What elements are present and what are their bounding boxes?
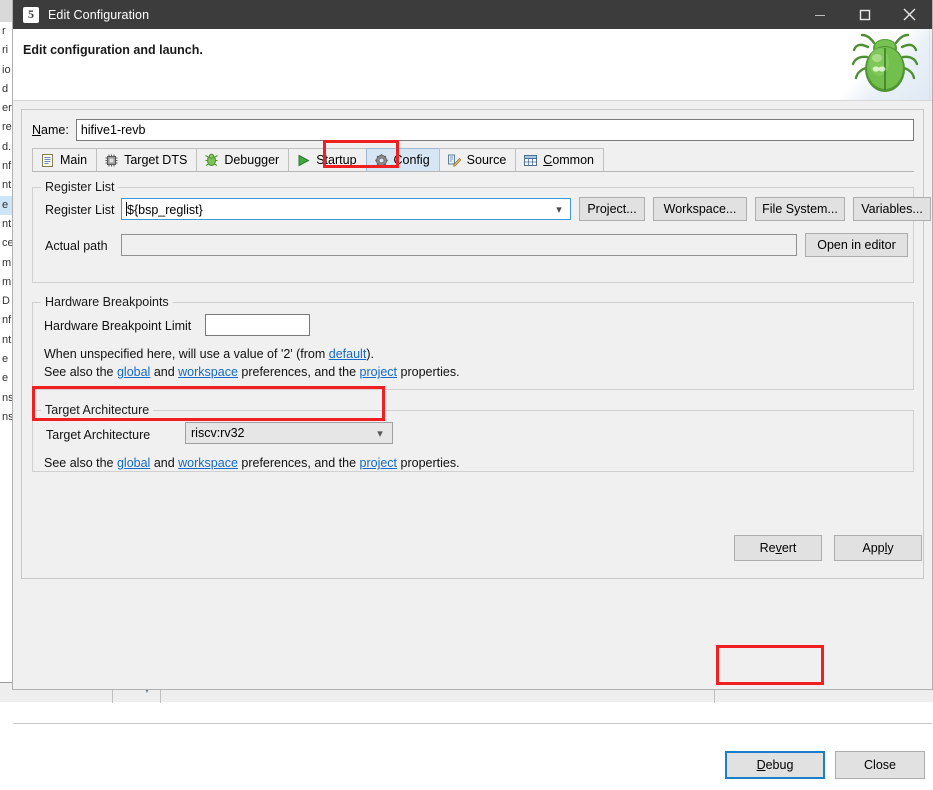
tab-strip: Main Target DTS Debugger Startup Config … [32, 148, 914, 172]
eclipse-icon: 5 [23, 6, 39, 23]
tab-label: Startup [316, 153, 357, 167]
target-architecture-group: Target Architecture Target Architecture … [32, 403, 914, 472]
hardware-breakpoint-limit-label: Hardware Breakpoint Limit [44, 319, 192, 333]
hardware-breakpoints-note-line1: When unspecified here, will use a value … [44, 347, 374, 361]
tab-source[interactable]: Source [438, 148, 517, 171]
ta-note-mid2: preferences, and the [237, 456, 360, 470]
table-icon [523, 153, 538, 168]
note-line1-post: ). [366, 347, 374, 361]
target-architecture-value: riscv:rv32 [191, 426, 245, 440]
apply-button[interactable]: Apply [834, 535, 922, 561]
file-system-button[interactable]: File System... [755, 197, 845, 221]
note-line2-pre: See also the [44, 365, 117, 379]
close-button-footer[interactable]: Close [835, 751, 925, 779]
tab-debugger[interactable]: Debugger [196, 148, 290, 171]
gear-icon [374, 153, 389, 168]
register-list-value: ${bsp_reglist} [127, 202, 203, 217]
actual-path-label: Actual path [45, 239, 108, 253]
target-architecture-label: Target Architecture [46, 428, 151, 442]
project-button[interactable]: Project... [579, 197, 645, 221]
source-folder-icon [447, 153, 462, 168]
green-play-icon [296, 153, 311, 168]
chevron-down-icon: ▾ [377, 427, 383, 440]
tab-label: Debugger [224, 153, 280, 167]
tab-label: Source [466, 153, 507, 167]
tab-target-dts[interactable]: Target DTS [96, 148, 198, 171]
register-list-label: Register List [45, 203, 115, 217]
chevron-down-icon: ▾ [556, 203, 562, 216]
project-link[interactable]: project [360, 365, 398, 379]
tab-label: Common [543, 153, 594, 167]
document-icon [40, 153, 55, 168]
variables-button[interactable]: Variables... [853, 197, 931, 221]
maximize-button[interactable] [842, 0, 887, 29]
header-title: Edit configuration and launch. [23, 43, 203, 57]
hardware-breakpoints-group-title: Hardware Breakpoints [41, 295, 173, 309]
project-link[interactable]: project [360, 456, 398, 470]
tab-label: Main [60, 153, 88, 167]
workspace-link[interactable]: workspace [178, 365, 238, 379]
note-line2-post: properties. [397, 365, 460, 379]
dialog-title: Edit Configuration [48, 7, 150, 22]
global-link[interactable]: global [117, 365, 150, 379]
note-line2-mid1: and [150, 365, 179, 379]
hardware-breakpoints-note-line2: See also the global and workspace prefer… [44, 365, 460, 379]
workspace-link[interactable]: workspace [178, 456, 238, 470]
dialog-titlebar: 5 Edit Configuration [13, 0, 932, 29]
footer-separator [13, 723, 932, 724]
hardware-breakpoints-group: Hardware Breakpoints Hardware Breakpoint… [32, 295, 914, 390]
tab-common[interactable]: Common [515, 148, 604, 171]
ta-note-post: properties. [397, 456, 460, 470]
green-bug-icon [840, 29, 932, 100]
revert-button[interactable]: Revert [734, 535, 822, 561]
target-architecture-note: See also the global and workspace prefer… [44, 456, 460, 470]
name-row: Name: [32, 119, 914, 141]
debug-button[interactable]: Debug [725, 751, 825, 779]
note-line1-pre: When unspecified here, will use a value … [44, 347, 329, 361]
note-line2-mid2: preferences, and the [237, 365, 360, 379]
minimize-button[interactable] [797, 0, 842, 29]
register-list-combo[interactable]: ${bsp_reglist} ▾ [121, 198, 571, 220]
global-link[interactable]: global [117, 456, 150, 470]
dialog-content: Name: Main [13, 101, 932, 790]
target-architecture-group-title: Target Architecture [41, 403, 154, 417]
register-list-group: Register List Register List ${bsp_reglis… [32, 180, 931, 283]
tab-label: Config [393, 153, 430, 167]
tab-config[interactable]: Config [365, 148, 440, 171]
workspace-button[interactable]: Workspace... [653, 197, 747, 221]
close-button[interactable] [887, 0, 932, 29]
register-list-group-title: Register List [41, 180, 119, 194]
ta-note-pre: See also the [44, 456, 117, 470]
debug-bug-icon [204, 153, 219, 168]
edit-configuration-dialog: 5 Edit Configuration Edit configuration … [12, 0, 933, 779]
tab-label: Target DTS [124, 153, 188, 167]
hardware-breakpoint-limit-input[interactable] [205, 314, 310, 336]
default-link[interactable]: default [329, 347, 367, 361]
tab-startup[interactable]: Startup [288, 148, 367, 171]
target-architecture-combo[interactable]: riscv:rv32 ▾ [185, 422, 393, 444]
actual-path-field [121, 234, 797, 256]
name-label: Name: [32, 123, 69, 137]
dialog-header: Edit configuration and launch. [13, 29, 932, 101]
tab-main[interactable]: Main [32, 148, 98, 171]
configuration-panel: Name: Main [21, 109, 931, 579]
name-input[interactable] [75, 119, 914, 141]
open-in-editor-button[interactable]: Open in editor [805, 233, 908, 257]
chip-icon [104, 153, 119, 168]
ta-note-mid1: and [150, 456, 179, 470]
